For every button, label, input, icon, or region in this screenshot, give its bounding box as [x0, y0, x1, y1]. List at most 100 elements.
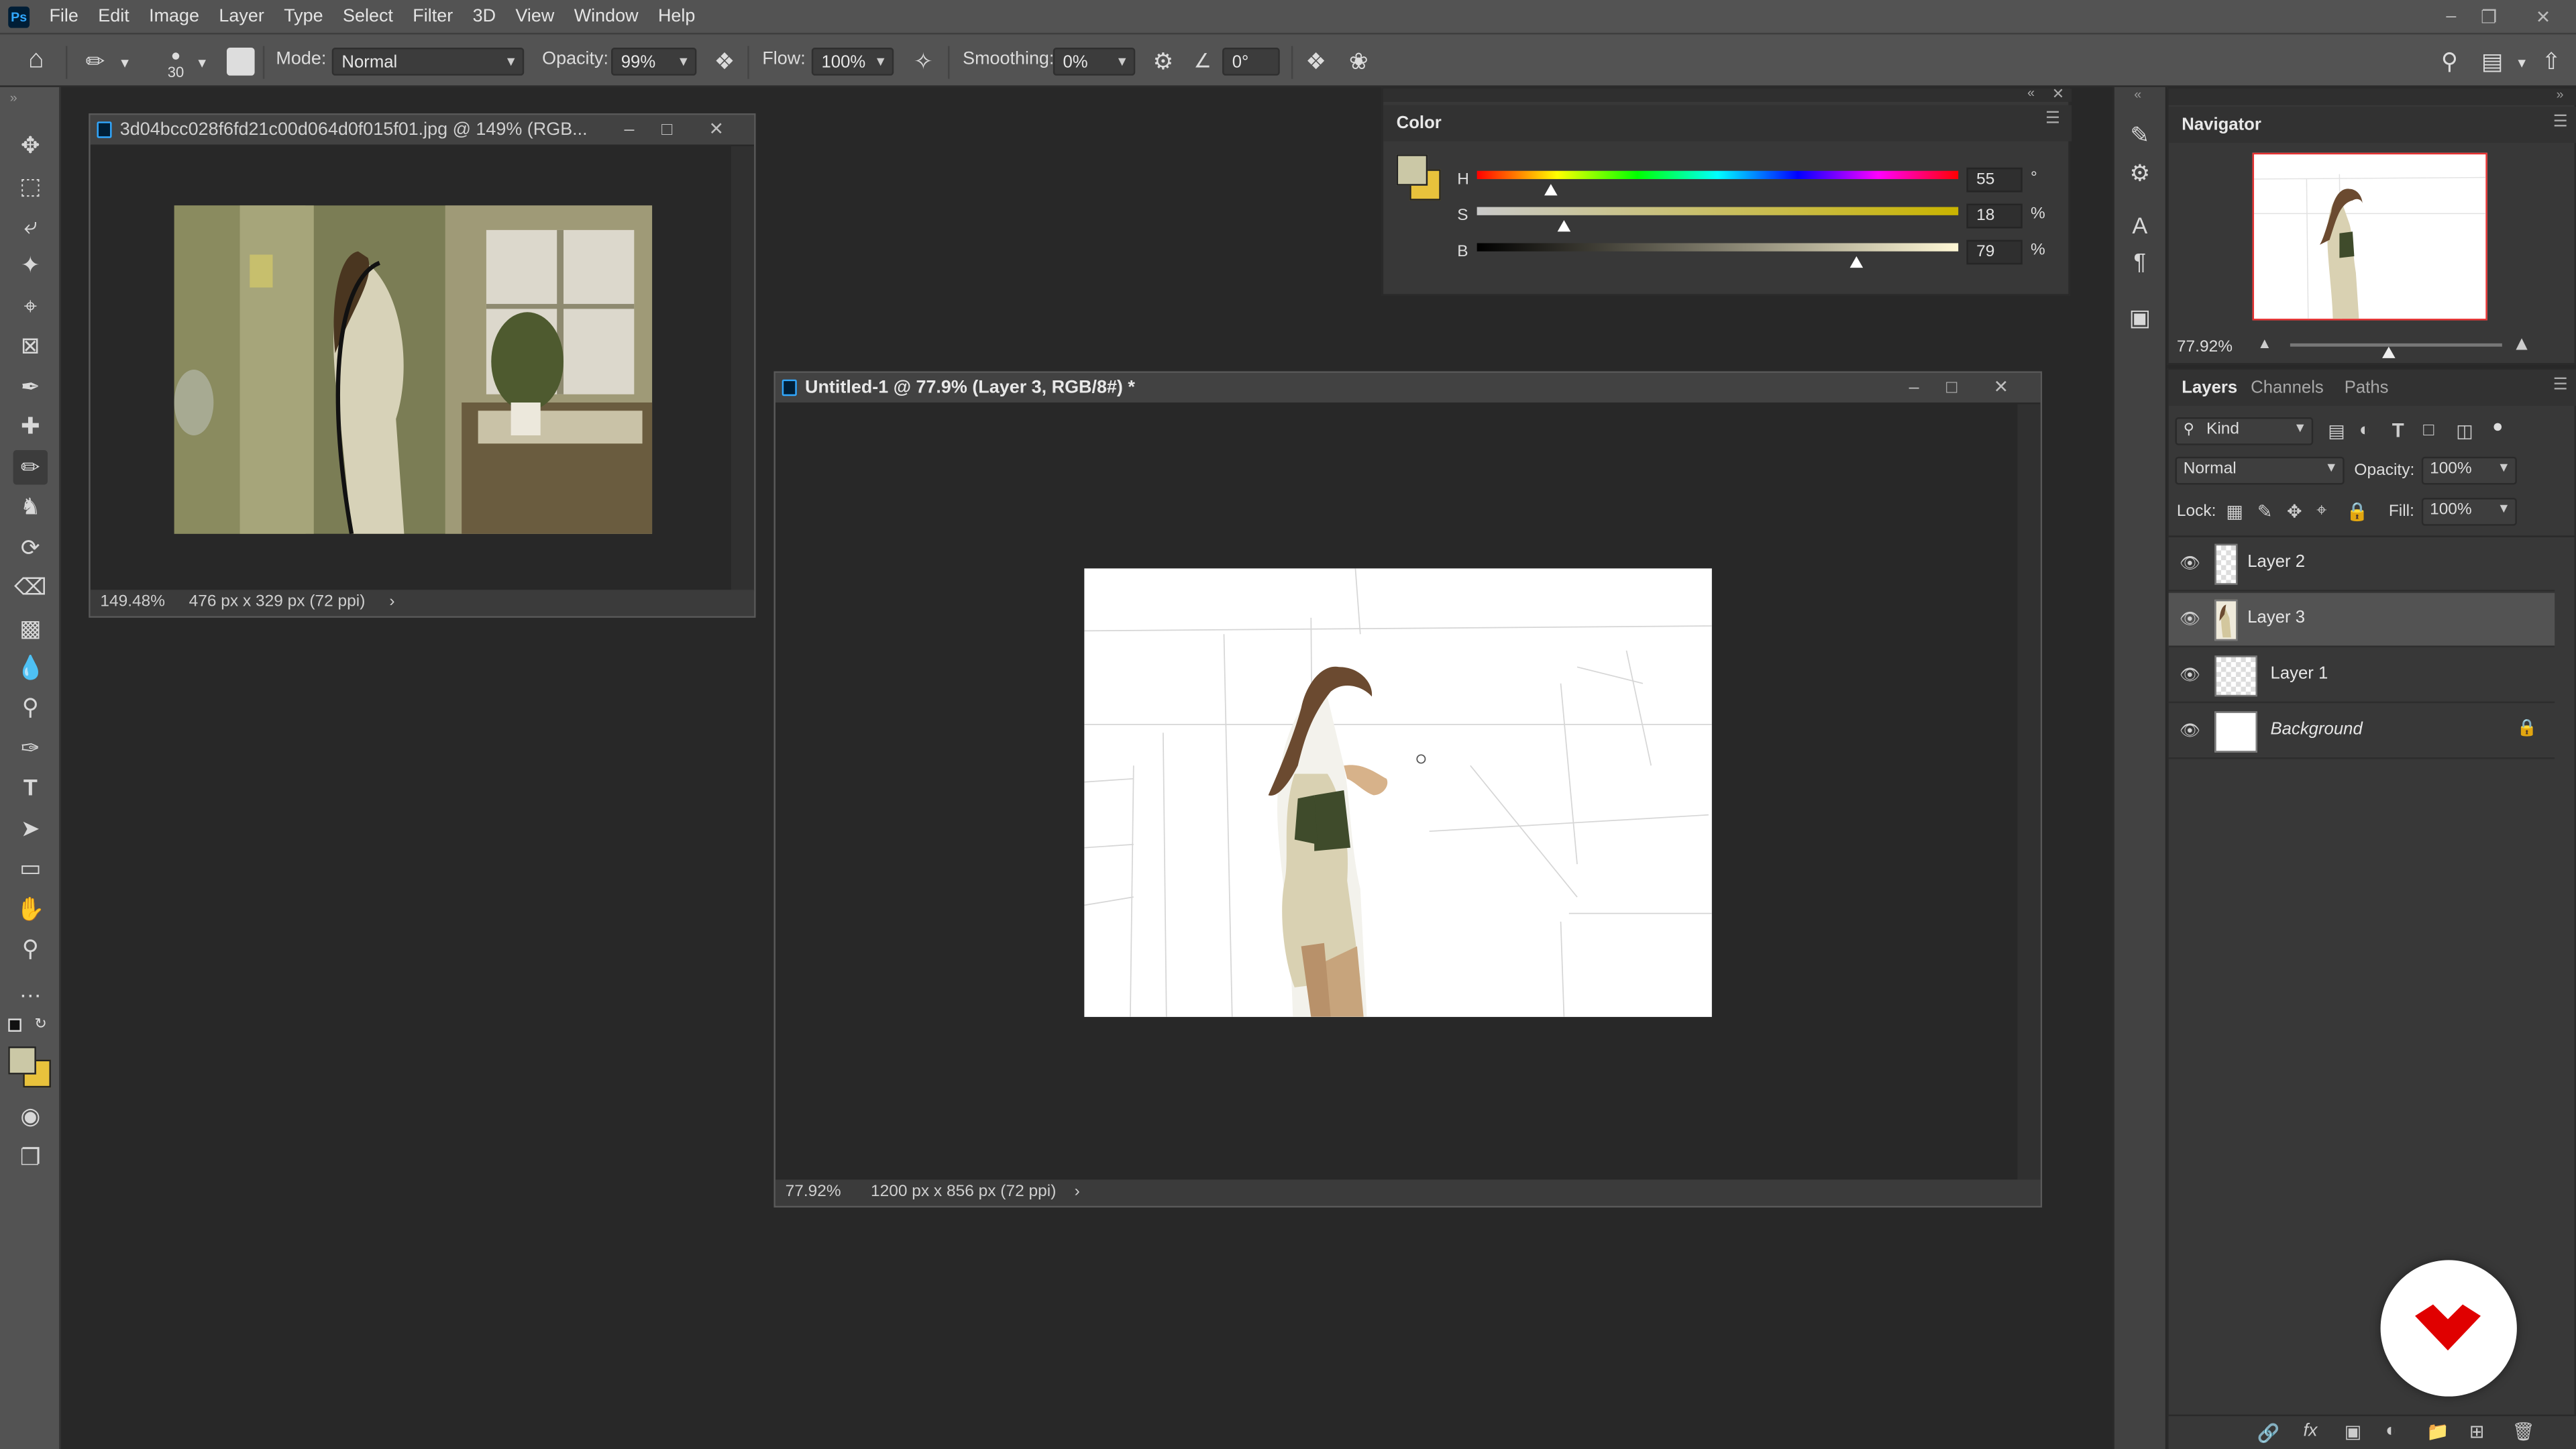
menu-image[interactable]: Image — [139, 0, 209, 33]
character-panel-icon[interactable]: A — [2123, 209, 2157, 243]
chevron-down-icon[interactable]: ▼ — [2514, 49, 2530, 77]
menu-3d[interactable]: 3D — [463, 0, 506, 33]
brightness-slider-handle[interactable] — [1850, 256, 1864, 268]
menu-view[interactable]: View — [506, 0, 564, 33]
flow-field[interactable]: 100% ▼ — [811, 48, 894, 76]
smart-object-filter-icon[interactable]: ◫ — [2456, 421, 2473, 441]
brightness-field[interactable]: 79 — [1966, 239, 2023, 265]
more-tools-icon[interactable]: … — [13, 973, 48, 1007]
zoom-out-icon[interactable]: ▲ — [2257, 335, 2272, 352]
navigator-zoom-slider-handle[interactable] — [2382, 346, 2396, 358]
brush-icon[interactable]: ✏ — [82, 48, 108, 76]
lock-position-icon[interactable]: ✥ — [2287, 501, 2302, 522]
minimize-icon[interactable]: – — [611, 115, 647, 144]
fx-icon[interactable]: fx — [2303, 1421, 2317, 1440]
vertical-scrollbar[interactable] — [2017, 404, 2041, 1180]
angle-field[interactable]: 0° — [1222, 48, 1280, 76]
shape-layer-filter-icon[interactable]: □ — [2423, 421, 2434, 440]
layer-name[interactable]: Background — [2271, 720, 2363, 739]
menu-layer[interactable]: Layer — [209, 0, 274, 33]
zoom-level[interactable]: 77.92% — [786, 1179, 841, 1205]
quick-mask-icon[interactable]: ◉ — [13, 1099, 48, 1133]
hue-slider-handle[interactable] — [1544, 184, 1558, 196]
crop-tool-icon[interactable]: ⌖ — [13, 289, 48, 323]
default-colors-icon[interactable] — [8, 1018, 21, 1032]
layer-name[interactable]: Layer 2 — [2247, 552, 2305, 572]
filter-toggle-icon[interactable]: ● — [2492, 417, 2503, 437]
panel-menu-icon[interactable]: ☰ — [2553, 376, 2568, 394]
tab-paths[interactable]: Paths — [2345, 378, 2389, 397]
navigator-zoom-field[interactable]: 77.92% — [2177, 338, 2233, 356]
mode-select[interactable]: Normal ▼ — [331, 48, 525, 76]
lock-all-icon[interactable]: 🔒 — [2346, 501, 2369, 522]
panel-menu-icon[interactable]: ☰ — [2553, 113, 2568, 131]
path-selection-tool-icon[interactable]: ➤ — [13, 812, 48, 846]
collapse-icon[interactable]: « — [2027, 85, 2035, 100]
search-icon[interactable]: ⚲ — [2434, 48, 2464, 76]
document-title-bar[interactable]: Untitled-1 @ 77.9% (Layer 3, RGB/8#) * — [775, 372, 2041, 403]
add-mask-icon[interactable]: ▣ — [2345, 1421, 2361, 1442]
saturation-slider-handle[interactable] — [1557, 220, 1570, 232]
panel-menu-icon[interactable]: ☰ — [2045, 110, 2060, 128]
adjustment-layer-filter-icon[interactable]: ◐ — [2359, 421, 2370, 440]
eye-icon[interactable]: 👁 — [2178, 553, 2201, 576]
menu-help[interactable]: Help — [648, 0, 705, 33]
eraser-tool-icon[interactable]: ⌫ — [13, 570, 48, 604]
pressure-size-icon[interactable]: ❖ — [1301, 48, 1331, 76]
menu-file[interactable]: File — [40, 0, 89, 33]
zoom-in-icon[interactable]: ▲ — [2512, 332, 2532, 355]
link-layers-icon[interactable]: 🔗 — [2257, 1423, 2280, 1444]
zoom-level[interactable]: 149.48% — [100, 590, 165, 616]
eye-icon[interactable]: 👁 — [2178, 721, 2201, 744]
brush-settings-icon[interactable] — [226, 48, 255, 76]
hue-slider[interactable] — [1477, 170, 1959, 179]
chevron-down-icon[interactable]: ▼ — [194, 49, 210, 77]
collapse-icon[interactable]: « — [2134, 87, 2141, 102]
vertical-scrollbar[interactable] — [731, 146, 755, 592]
brightness-slider[interactable] — [1477, 243, 1959, 252]
hue-field[interactable]: 55 — [1966, 167, 2023, 193]
eye-icon[interactable]: 👁 — [2178, 665, 2201, 688]
lock-transparent-icon[interactable]: ▦ — [2226, 501, 2243, 522]
magic-wand-tool-icon[interactable]: ✦ — [13, 248, 48, 282]
saturation-slider[interactable] — [1477, 207, 1959, 215]
brush-tool-icon[interactable]: ✏ — [13, 450, 48, 485]
chevron-right-icon[interactable]: › — [389, 590, 394, 616]
frame-tool-icon[interactable]: ⊠ — [13, 329, 48, 363]
layer-row[interactable]: 👁 Background 🔒 — [2168, 705, 2555, 759]
home-icon[interactable]: ⌂ — [19, 46, 52, 74]
expand-icon[interactable]: » — [2557, 87, 2564, 102]
history-brush-tool-icon[interactable]: ⟳ — [13, 531, 48, 565]
paragraph-panel-icon[interactable]: ¶ — [2123, 245, 2157, 279]
expand-icon[interactable]: » — [10, 91, 17, 105]
layer-row[interactable]: 👁 Layer 1 — [2168, 649, 2555, 704]
opacity-field[interactable]: 99% ▼ — [611, 48, 697, 76]
pen-tool-icon[interactable]: ✑ — [13, 731, 48, 765]
symmetry-butterfly-icon[interactable]: ❀ — [1344, 48, 1373, 76]
gradient-tool-icon[interactable]: ▩ — [13, 611, 48, 645]
type-layer-filter-icon[interactable]: T — [2392, 419, 2404, 441]
layer-name[interactable]: Layer 3 — [2247, 608, 2305, 627]
lock-image-icon[interactable]: ✎ — [2257, 501, 2273, 522]
navigator-preview[interactable] — [2252, 152, 2487, 321]
drawing-canvas[interactable] — [1084, 568, 1712, 1017]
lasso-tool-icon[interactable]: ⤶ — [13, 209, 48, 243]
hand-tool-icon[interactable]: ✋ — [13, 892, 48, 926]
zoom-tool-icon[interactable]: ⚲ — [13, 932, 48, 966]
menu-edit[interactable]: Edit — [89, 0, 140, 33]
eyedropper-tool-icon[interactable]: ✒ — [13, 370, 48, 404]
canvas-area[interactable] — [778, 404, 2015, 1180]
type-tool-icon[interactable]: T — [13, 771, 48, 805]
foreground-color-swatch[interactable] — [8, 1046, 36, 1075]
share-icon[interactable]: ⇧ — [2536, 48, 2566, 76]
pressure-opacity-icon[interactable]: ❖ — [710, 48, 739, 76]
layer-filter-select[interactable]: ⚲ Kind ▼ — [2175, 417, 2314, 445]
layer-opacity-field[interactable]: 100% ▼ — [2421, 456, 2517, 485]
adjustment-layer-icon[interactable]: ◐ — [2385, 1421, 2396, 1440]
maximize-icon[interactable]: □ — [1933, 373, 1970, 402]
new-layer-icon[interactable]: ⊞ — [2469, 1421, 2485, 1442]
tab-layers[interactable]: Layers — [2182, 378, 2237, 397]
new-group-icon[interactable]: 📁 — [2426, 1421, 2449, 1442]
minimize-icon[interactable]: – — [2433, 0, 2469, 33]
screen-mode-icon[interactable]: ❐ — [13, 1140, 48, 1175]
